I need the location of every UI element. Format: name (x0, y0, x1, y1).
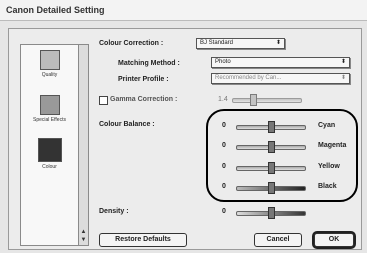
colour-correction-label: Colour Correction : (99, 40, 164, 47)
colour-correction-value: BJ Standard (200, 40, 234, 46)
special-effects-icon (39, 95, 60, 115)
printer-profile-value: Recommended by Can... (215, 75, 282, 81)
sidebar-item-label: Colour (42, 164, 57, 170)
density-slider-thumb[interactable] (268, 207, 275, 219)
gamma-correction-label: Gamma Correction : (110, 96, 178, 103)
colour-correction-select[interactable]: BJ Standard ⬍ (196, 38, 285, 49)
density-label: Density : (99, 208, 129, 215)
sidebar-item-label: Special Effects (33, 117, 66, 123)
matching-method-label: Matching Method : (118, 60, 180, 67)
cancel-button[interactable]: Cancel (254, 233, 302, 247)
printer-profile-label: Printer Profile : (118, 76, 169, 83)
printer-profile-select[interactable]: Recommended by Can... ⬍ (211, 73, 350, 84)
density-value: 0 (222, 208, 226, 215)
gamma-value: 1.4 (218, 96, 228, 103)
ok-button[interactable]: OK (314, 233, 354, 247)
density-slider[interactable] (236, 207, 306, 219)
quality-icon (39, 50, 60, 70)
gamma-checkbox[interactable] (99, 96, 108, 105)
sidebar-item-quality[interactable]: Quality (27, 50, 72, 78)
chevron-updown-icon: ⬍ (275, 40, 281, 46)
sidebar-scrollbar[interactable]: ▲ ▼ (78, 44, 89, 246)
colour-icon (37, 138, 62, 162)
scroll-up-icon[interactable]: ▲ (80, 229, 87, 236)
detailed-setting-window: Canon Detailed Setting ▲ ▼ Quality Speci… (0, 0, 367, 253)
sidebar-item-colour[interactable]: Colour (27, 138, 72, 170)
window-title: Canon Detailed Setting (6, 5, 105, 15)
chevron-updown-icon: ⬍ (340, 59, 346, 65)
restore-defaults-button[interactable]: Restore Defaults (99, 233, 187, 247)
gamma-slider-thumb[interactable] (250, 94, 258, 106)
gamma-slider[interactable] (232, 94, 302, 106)
chevron-updown-icon: ⬍ (340, 75, 346, 81)
matching-method-select[interactable]: Photo ⬍ (211, 57, 350, 68)
callout-highlight (206, 109, 358, 202)
title-bar[interactable]: Canon Detailed Setting (0, 0, 367, 21)
colour-balance-label: Colour Balance : (99, 121, 155, 128)
sidebar-item-special-effects[interactable]: Special Effects (27, 95, 72, 123)
matching-method-value: Photo (215, 59, 231, 65)
scroll-down-icon[interactable]: ▼ (80, 237, 87, 244)
sidebar-item-label: Quality (41, 72, 58, 78)
